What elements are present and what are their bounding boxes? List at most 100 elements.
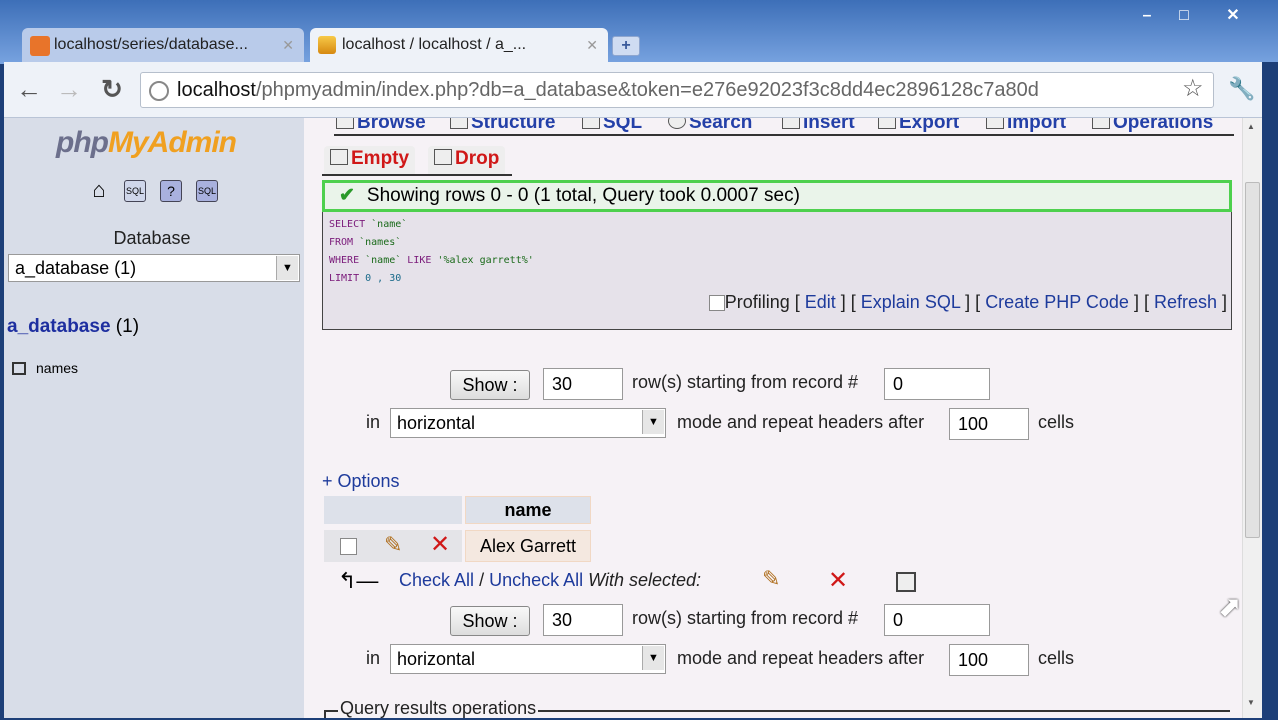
- mode-value: horizontal: [397, 413, 476, 433]
- vertical-scrollbar[interactable]: ▲ ▼: [1242, 118, 1262, 718]
- db-count: (1): [115, 316, 140, 337]
- db-name-link[interactable]: a_database: [7, 316, 111, 337]
- tab-search[interactable]: Search: [668, 118, 752, 134]
- tab-drop[interactable]: Drop: [428, 146, 506, 174]
- reload-button[interactable]: ↻: [97, 74, 127, 105]
- show-button-top[interactable]: Show :: [450, 370, 530, 400]
- query-results-operations-fieldset: Query results operations: [324, 698, 1230, 718]
- success-text: Showing rows 0 - 0 (1 total, Query took …: [366, 185, 800, 206]
- table-header-actions: [324, 496, 462, 524]
- table-row-actions: ✎ ✕: [324, 530, 462, 562]
- back-button[interactable]: ←: [14, 74, 44, 105]
- bulk-delete-icon[interactable]: ✕: [828, 566, 848, 595]
- row-checkbox[interactable]: [340, 538, 357, 555]
- help-icon[interactable]: ?: [160, 180, 182, 202]
- mode-text: mode and repeat headers after: [677, 412, 925, 432]
- sql-box: SELECT `name` FROM `names` WHERE `name` …: [322, 212, 1232, 330]
- bulk-export-icon[interactable]: [896, 572, 916, 592]
- cells-text: cells: [1038, 648, 1075, 668]
- tab-insert[interactable]: Insert: [782, 118, 855, 134]
- display-mode-select-top[interactable]: horizontal ▼: [390, 408, 666, 438]
- repeat-headers-input-top[interactable]: 100: [949, 408, 1029, 440]
- separator: /: [479, 570, 485, 590]
- tab-export[interactable]: Export: [878, 118, 959, 134]
- sql-docs-icon[interactable]: SQL: [196, 180, 218, 202]
- db-heading[interactable]: a_database (1): [7, 316, 139, 338]
- table-item-names[interactable]: names: [12, 360, 78, 376]
- insert-icon: [782, 118, 800, 129]
- success-message: ✔ Showing rows 0 - 0 (1 total, Query took…: [322, 180, 1232, 212]
- check-all-row: Check All / Uncheck All With selected:: [399, 570, 701, 591]
- close-window-button[interactable]: ✕: [1216, 6, 1250, 26]
- profiling-label: Profiling: [724, 292, 790, 312]
- minimize-button[interactable]: –: [1130, 6, 1164, 26]
- address-bar[interactable]: localhost/phpmyadmin/index.php?db=a_data…: [140, 72, 1214, 108]
- uncheck-all-link[interactable]: Uncheck All: [489, 570, 583, 590]
- mouse-cursor-icon: ⬈: [1218, 591, 1242, 622]
- chevron-down-icon: ▼: [642, 646, 664, 670]
- check-all-link[interactable]: Check All: [399, 570, 474, 590]
- in-text: in: [366, 412, 381, 432]
- forward-button[interactable]: →: [54, 74, 84, 105]
- home-icon[interactable]: ⌂: [88, 179, 110, 202]
- table-cell-name[interactable]: Alex Garrett: [465, 530, 591, 562]
- tab-sql[interactable]: SQL: [582, 118, 642, 134]
- tab-label: localhost / localhost / a_...: [342, 36, 527, 53]
- with-selected-label: With selected:: [588, 570, 702, 590]
- new-tab-button[interactable]: +: [612, 36, 640, 56]
- arrow-up-icon: ↰—: [338, 568, 379, 593]
- tab-structure[interactable]: Structure: [450, 118, 555, 134]
- refresh-link[interactable]: Refresh: [1154, 292, 1217, 312]
- explain-sql-link[interactable]: Explain SQL: [861, 292, 960, 312]
- repeat-headers-input-bottom[interactable]: 100: [949, 644, 1029, 676]
- mode-value: horizontal: [397, 649, 476, 669]
- table-icon: [12, 362, 26, 375]
- close-tab-icon[interactable]: ✕: [282, 28, 294, 62]
- show-button-bottom[interactable]: Show :: [450, 606, 530, 636]
- bulk-edit-icon[interactable]: ✎: [762, 566, 780, 592]
- rows-input-bottom[interactable]: 30: [543, 604, 623, 636]
- danger-tabs: Empty Drop: [322, 144, 512, 176]
- table-name: names: [36, 360, 79, 376]
- chevron-down-icon: ▼: [276, 256, 298, 280]
- edit-pencil-icon[interactable]: ✎: [384, 532, 402, 558]
- scroll-up-icon[interactable]: ▲: [1247, 122, 1255, 131]
- options-toggle[interactable]: + Options: [322, 471, 400, 492]
- rows-text: row(s) starting from record #: [632, 372, 859, 392]
- tab-localhost-series[interactable]: localhost/series/database... ✕: [22, 28, 304, 64]
- tab-label: localhost/series/database...: [54, 36, 248, 53]
- profiling-checkbox[interactable]: [708, 295, 725, 311]
- database-select[interactable]: a_database (1) ▼: [8, 254, 300, 282]
- url-host: localhost: [177, 79, 256, 101]
- close-tab-icon[interactable]: ✕: [586, 28, 598, 62]
- start-record-input-bottom[interactable]: 0: [884, 604, 990, 636]
- tab-empty[interactable]: Empty: [324, 146, 416, 174]
- maximize-button[interactable]: □: [1167, 6, 1201, 26]
- tab-phpmyadmin[interactable]: localhost / localhost / a_... ✕: [310, 28, 608, 64]
- sql-query-icon[interactable]: SQL: [124, 180, 146, 202]
- scroll-down-icon[interactable]: ▼: [1247, 698, 1255, 707]
- bookmark-star-icon[interactable]: ☆: [1182, 74, 1204, 103]
- column-header-name[interactable]: name: [465, 496, 591, 524]
- start-record-input-top[interactable]: 0: [884, 368, 990, 400]
- edit-link[interactable]: Edit: [805, 292, 836, 312]
- display-mode-select-bottom[interactable]: horizontal ▼: [390, 644, 666, 674]
- phpmyadmin-logo[interactable]: phpMyAdmin: [56, 126, 237, 160]
- xampp-icon: [30, 36, 50, 56]
- rows-input-top[interactable]: 30: [543, 368, 623, 400]
- tab-import[interactable]: Import: [986, 118, 1066, 134]
- wrench-icon[interactable]: 🔧: [1228, 76, 1255, 102]
- create-php-code-link[interactable]: Create PHP Code: [985, 292, 1129, 312]
- operations-icon: [1092, 118, 1110, 129]
- scrollbar-thumb[interactable]: [1245, 182, 1260, 538]
- chevron-down-icon: ▼: [642, 410, 664, 434]
- import-icon: [986, 118, 1004, 129]
- tab-operations[interactable]: Operations: [1092, 118, 1213, 134]
- sql-query: SELECT `name` FROM `names` WHERE `name` …: [329, 219, 534, 284]
- query-results-operations-legend: Query results operations: [338, 698, 539, 718]
- delete-icon[interactable]: ✕: [430, 530, 450, 559]
- database-select-value: a_database (1): [15, 258, 137, 278]
- in-text: in: [366, 648, 381, 668]
- nav-tabs: Browse Structure SQL Search Insert Expor…: [334, 118, 1234, 136]
- tab-browse[interactable]: Browse: [336, 118, 426, 134]
